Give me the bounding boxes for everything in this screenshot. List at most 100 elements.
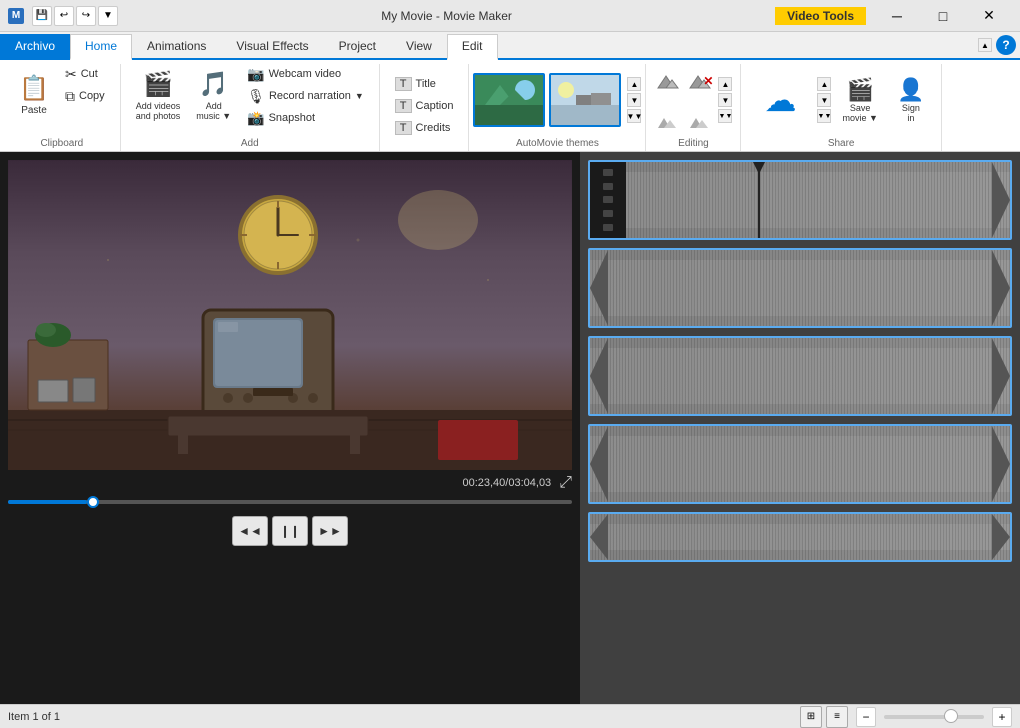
theme-preview-2 [551, 75, 619, 125]
redo-btn[interactable]: ↪ [76, 6, 96, 26]
help-button[interactable]: ? [996, 35, 1016, 55]
snapshot-button[interactable]: 📸 Snapshot [240, 108, 371, 128]
automovie-scroll-up[interactable]: ▲ [627, 77, 641, 91]
rotate-left-btn[interactable] [654, 66, 682, 94]
automovie-thumb-1[interactable] [473, 73, 545, 127]
share-scroll-up[interactable]: ▲ [817, 77, 831, 91]
share-label: Share [828, 138, 855, 151]
tab-home[interactable]: Home [70, 34, 132, 60]
zoom-in-button[interactable]: + [992, 707, 1012, 727]
share-scroll-more[interactable]: ▼▼ [817, 109, 831, 123]
caption-button[interactable]: T Caption [388, 96, 461, 116]
credits-button[interactable]: T Credits [388, 118, 461, 138]
close-button[interactable]: ✕ [966, 0, 1012, 32]
cut-button[interactable]: ✂ Cut [58, 64, 112, 84]
timeline-clip-2[interactable] [588, 248, 1012, 328]
editing-scroll-down[interactable]: ▼ [718, 93, 732, 107]
record-narration-button[interactable]: 🎙 Record narration ▼ [240, 86, 371, 106]
quick-access[interactable]: 💾 ↩ ↪ ▼ [32, 6, 118, 26]
automovie-thumb-2[interactable] [549, 73, 621, 127]
mountain-bottom-right-icon [688, 114, 712, 130]
theme-preview-1 [475, 75, 543, 125]
rotate-right-btn[interactable]: ✕ [686, 66, 714, 110]
copy-button[interactable]: ⧉ Copy [58, 86, 112, 106]
rotate-right2-btn[interactable] [686, 112, 714, 135]
tab-visual-effects[interactable]: Visual Effects [221, 34, 323, 60]
app-icon: M [8, 8, 24, 24]
tab-edit[interactable]: Edit [447, 34, 498, 60]
add-videos-button[interactable]: 🎬 Add videosand photos [129, 64, 188, 126]
ribbon-tabs-right: ▲ ? [978, 32, 1020, 58]
forward-button[interactable]: ►► [312, 516, 348, 546]
save-movie-button[interactable]: 🎬 Savemovie ▼ [835, 69, 884, 131]
editing-scroll-more[interactable]: ▼▼ [718, 109, 732, 123]
timeline-scrollable[interactable] [580, 152, 1020, 704]
add-music-button[interactable]: 🎵 Addmusic ▼ [189, 64, 238, 126]
fullscreen-button[interactable]: ⤢ [559, 474, 572, 492]
title-button[interactable]: T Title [388, 74, 461, 94]
timeline-clip-3[interactable] [588, 336, 1012, 416]
undo-btn[interactable]: ↩ [54, 6, 74, 26]
webcam-button[interactable]: 📷 Webcam video [240, 64, 371, 84]
minimize-button[interactable]: ─ [874, 0, 920, 32]
rotate-left2-btn[interactable] [654, 112, 682, 135]
webcam-icon: 📷 [247, 66, 264, 83]
automovie-scroll-down[interactable]: ▼ [627, 93, 641, 107]
qs-dropdown[interactable]: ▼ [98, 6, 118, 26]
video-progress[interactable] [8, 496, 572, 508]
automovie-label: AutoMovie themes [516, 138, 599, 151]
progress-track[interactable] [8, 500, 572, 504]
zoom-thumb[interactable] [944, 709, 958, 723]
tab-view[interactable]: View [391, 34, 447, 60]
automovie-scroll-more[interactable]: ▼▼ [627, 109, 641, 123]
timeline-view-btn[interactable]: ≡ [826, 706, 848, 728]
timeline-clip-1[interactable] [588, 160, 1012, 240]
play-pause-button[interactable]: ❙❙ [272, 516, 308, 546]
timeline-clip-5[interactable] [588, 512, 1012, 562]
save-movie-label: Savemovie ▼ [842, 103, 877, 123]
film-hole-4 [603, 210, 613, 217]
rewind-icon: ◄◄ [238, 524, 262, 538]
editing-buttons: ✕ [654, 64, 732, 136]
rewind-button[interactable]: ◄◄ [232, 516, 268, 546]
share-scroll-down[interactable]: ▼ [817, 93, 831, 107]
sign-in-button[interactable]: 👤 Signin [889, 69, 933, 131]
copy-icon: ⧉ [65, 88, 75, 105]
timeline-clip-4[interactable] [588, 424, 1012, 504]
credits-icon: T [395, 121, 412, 135]
progress-thumb[interactable] [87, 496, 99, 508]
onedrive-button[interactable]: ☁ [749, 69, 811, 131]
text-group: T Title T Caption T Credits [380, 64, 470, 151]
tab-project[interactable]: Project [324, 34, 391, 60]
film-hole-1 [603, 169, 613, 176]
add-items: 🎬 Add videosand photos 🎵 Addmusic ▼ 📷 We… [129, 64, 371, 136]
text-items: T Title T Caption T Credits [388, 64, 461, 147]
storyboard-view-btn[interactable]: ⊞ [800, 706, 822, 728]
title-icon: T [395, 77, 412, 91]
window-controls[interactable]: ─ □ ✕ [874, 0, 1012, 32]
paste-button[interactable]: 📋 Paste [12, 64, 56, 126]
status-item-info: Item 1 of 1 [8, 711, 60, 723]
paste-label: Paste [21, 105, 47, 116]
scene-svg [8, 160, 572, 470]
film-hole-2 [603, 183, 613, 190]
share-buttons: ☁ ▲ ▼ ▼▼ 🎬 Savemovie ▼ 👤 Signin [749, 64, 932, 136]
title-caption-credits: T Title T Caption T Credits [388, 74, 461, 138]
maximize-button[interactable]: □ [920, 0, 966, 32]
progress-fill [8, 500, 87, 504]
waveform-inner-2 [590, 260, 1010, 316]
zoom-out-button[interactable]: − [856, 707, 876, 727]
waveform-inner-5 [590, 524, 1010, 550]
automovie-section: ▲ ▼ ▼▼ AutoMovie themes [469, 64, 646, 151]
editing-section: ✕ [646, 64, 741, 151]
tab-animations[interactable]: Animations [132, 34, 221, 60]
editing-scroll-up[interactable]: ▲ [718, 77, 732, 91]
zoom-slider[interactable] [884, 715, 984, 719]
video-preview-panel: 00:23,40/03:04,03 ⤢ ◄◄ ❙❙ ►► [0, 152, 580, 704]
ribbon-collapse-btn[interactable]: ▲ [978, 38, 992, 52]
tab-archivo[interactable]: Archivo [0, 34, 70, 60]
waveform-inner-3 [590, 348, 1010, 404]
save-quick-btn[interactable]: 💾 [32, 6, 52, 26]
waveform-inner-1 [590, 172, 1010, 228]
timeline-panel [580, 152, 1020, 704]
